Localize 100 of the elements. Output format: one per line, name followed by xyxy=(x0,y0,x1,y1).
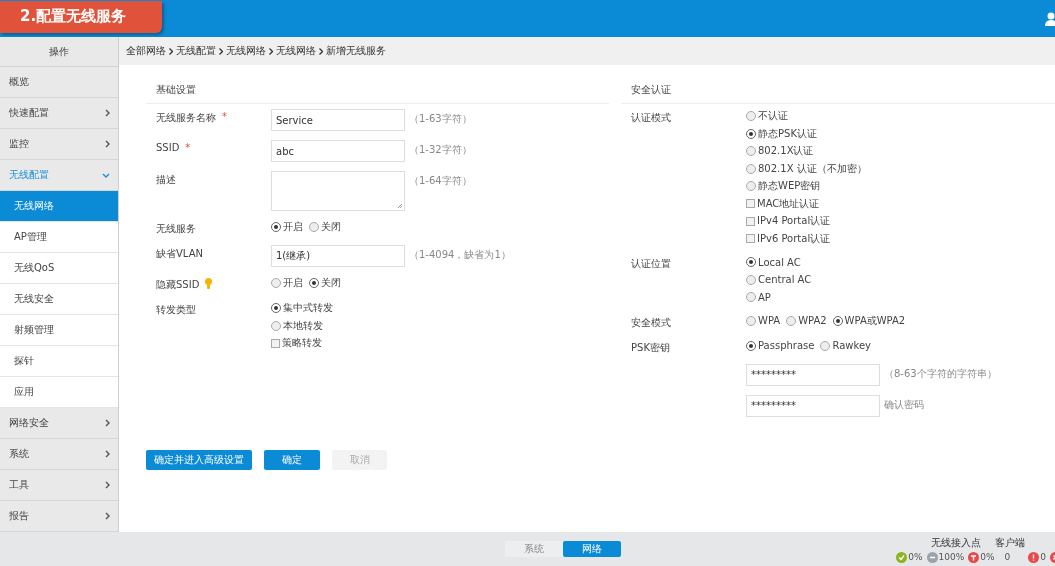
option-label: WPA xyxy=(758,315,781,327)
option-label: Central AC xyxy=(758,274,812,286)
description-field[interactable] xyxy=(271,171,405,211)
sidebar-item[interactable]: 工具 xyxy=(0,470,118,501)
checkbox[interactable] xyxy=(746,234,755,244)
status-value: 0% xyxy=(908,552,923,562)
radio-button[interactable] xyxy=(746,163,756,174)
status-value: 0 xyxy=(1040,552,1046,562)
status-heading: 客户端 xyxy=(995,535,1026,550)
option-label: 集中式转发 xyxy=(283,301,333,316)
checkbox[interactable] xyxy=(746,199,755,209)
bottom-tab[interactable]: 网络 xyxy=(563,541,621,557)
status-value: 0% xyxy=(980,552,995,562)
sidebar-subitem[interactable]: AP管理 xyxy=(0,222,118,253)
field-label: 缺省VLAN xyxy=(156,247,203,261)
sidebar-subitem[interactable]: 无线安全 xyxy=(0,284,118,315)
sidebar-item[interactable]: 监控 xyxy=(0,129,118,160)
radio-button[interactable] xyxy=(746,292,756,303)
option-label: Rawkey xyxy=(832,340,871,352)
lightbulb-icon[interactable] xyxy=(205,278,213,289)
sidebar-subitem[interactable]: 探针 xyxy=(0,346,118,377)
chevron-right-icon xyxy=(105,481,110,489)
hint-text: （8-63个字符的字符串） xyxy=(884,366,997,381)
chevron-right-icon xyxy=(269,47,273,55)
field-label: 认证位置 xyxy=(631,257,671,271)
sidebar-header: 操作 xyxy=(0,37,118,67)
title-ribbon: 2.配置无线服务 xyxy=(0,0,162,33)
action-button[interactable]: 确定并进入高级设置 xyxy=(146,449,252,470)
breadcrumb-link[interactable]: 无线网络 xyxy=(276,44,316,58)
option-label: 静态PSK认证 xyxy=(758,126,817,141)
radio-button[interactable] xyxy=(832,315,843,326)
option-label: Passphrase xyxy=(758,340,815,352)
option-label: 802.1X认证 xyxy=(758,144,814,159)
status-value: 100% xyxy=(938,552,965,562)
radio-button[interactable] xyxy=(746,257,756,268)
radio-button[interactable] xyxy=(309,278,319,289)
radio-button[interactable] xyxy=(271,303,281,314)
user-icon[interactable] xyxy=(1045,11,1055,26)
sidebar-subitem[interactable]: 无线网络 xyxy=(0,191,118,222)
option-label: 静态WEP密钥 xyxy=(758,179,821,194)
option-label: 关闭 xyxy=(321,220,341,235)
hint-text: （1-63字符） xyxy=(409,112,472,126)
radio-button[interactable] xyxy=(746,181,756,192)
option-label: 不认证 xyxy=(758,109,788,124)
field-label: 认证模式 xyxy=(631,111,671,125)
text-field[interactable]: Service xyxy=(271,109,405,131)
breadcrumb-link[interactable]: 全部网络 xyxy=(126,44,166,58)
client-count: 0 xyxy=(1004,552,1011,562)
radio-button[interactable] xyxy=(746,128,756,139)
radio-button[interactable] xyxy=(271,222,281,233)
sidebar-item[interactable]: 快速配置 xyxy=(0,98,118,129)
field-label: 隐藏SSID xyxy=(156,278,200,292)
radio-button[interactable] xyxy=(746,274,756,285)
chevron-right-icon xyxy=(105,109,110,117)
option-label: 策略转发 xyxy=(282,336,322,351)
radio-button[interactable] xyxy=(746,146,756,157)
action-button[interactable]: 确定 xyxy=(264,449,320,470)
sidebar-item[interactable]: 概览 xyxy=(0,67,118,98)
checkbox[interactable] xyxy=(271,338,280,348)
field-label: 描述 xyxy=(156,173,176,187)
checkbox[interactable] xyxy=(746,216,755,226)
text-field[interactable]: ********* xyxy=(746,394,880,417)
required-mark: * xyxy=(222,111,227,122)
section-title: 基础设置 xyxy=(146,83,609,104)
radio-button[interactable] xyxy=(746,315,756,326)
text-field[interactable]: ********* xyxy=(746,363,880,386)
breadcrumb-link[interactable]: 新增无线服务 xyxy=(326,44,386,58)
radio-button[interactable] xyxy=(746,340,756,351)
radio-button[interactable] xyxy=(271,320,281,331)
option-label: AP xyxy=(758,291,771,303)
sidebar-subitem[interactable]: 无线QoS xyxy=(0,253,118,284)
chevron-down-icon xyxy=(102,172,110,178)
sidebar-subitem[interactable]: 射频管理 xyxy=(0,315,118,346)
chevron-right-icon xyxy=(105,419,110,427)
option-label: WPA或WPA2 xyxy=(844,313,906,328)
option-label: MAC地址认证 xyxy=(757,196,820,211)
field-label: 无线服务名称 xyxy=(156,111,216,125)
radio-button[interactable] xyxy=(309,222,319,233)
field-label: SSID xyxy=(156,142,180,153)
chevron-right-icon xyxy=(105,512,110,520)
option-label: WPA2 xyxy=(798,315,827,327)
radio-button[interactable] xyxy=(786,315,797,326)
hint-text: 确认密码 xyxy=(884,397,924,412)
chevron-right-icon xyxy=(319,47,323,55)
chevron-right-icon xyxy=(105,140,110,148)
text-field[interactable]: 1(继承) xyxy=(271,245,405,267)
chevron-right-icon xyxy=(169,47,173,55)
radio-button[interactable] xyxy=(271,278,281,289)
field-label: PSK密钥 xyxy=(631,340,670,355)
radio-button[interactable] xyxy=(820,340,831,351)
sidebar-subitem[interactable]: 应用 xyxy=(0,377,118,408)
resize-grip-icon[interactable] xyxy=(397,203,403,209)
option-label: IPv6 Portal认证 xyxy=(757,231,831,246)
breadcrumb-link[interactable]: 无线网络 xyxy=(226,44,266,58)
sidebar-item[interactable]: 网络安全 xyxy=(0,408,118,439)
text-field[interactable]: abc xyxy=(271,140,405,162)
radio-button[interactable] xyxy=(746,111,756,122)
option-label: IPv4 Portal认证 xyxy=(757,214,831,229)
breadcrumb-link[interactable]: 无线配置 xyxy=(176,44,216,58)
sidebar-item[interactable]: 系统 xyxy=(0,439,118,470)
